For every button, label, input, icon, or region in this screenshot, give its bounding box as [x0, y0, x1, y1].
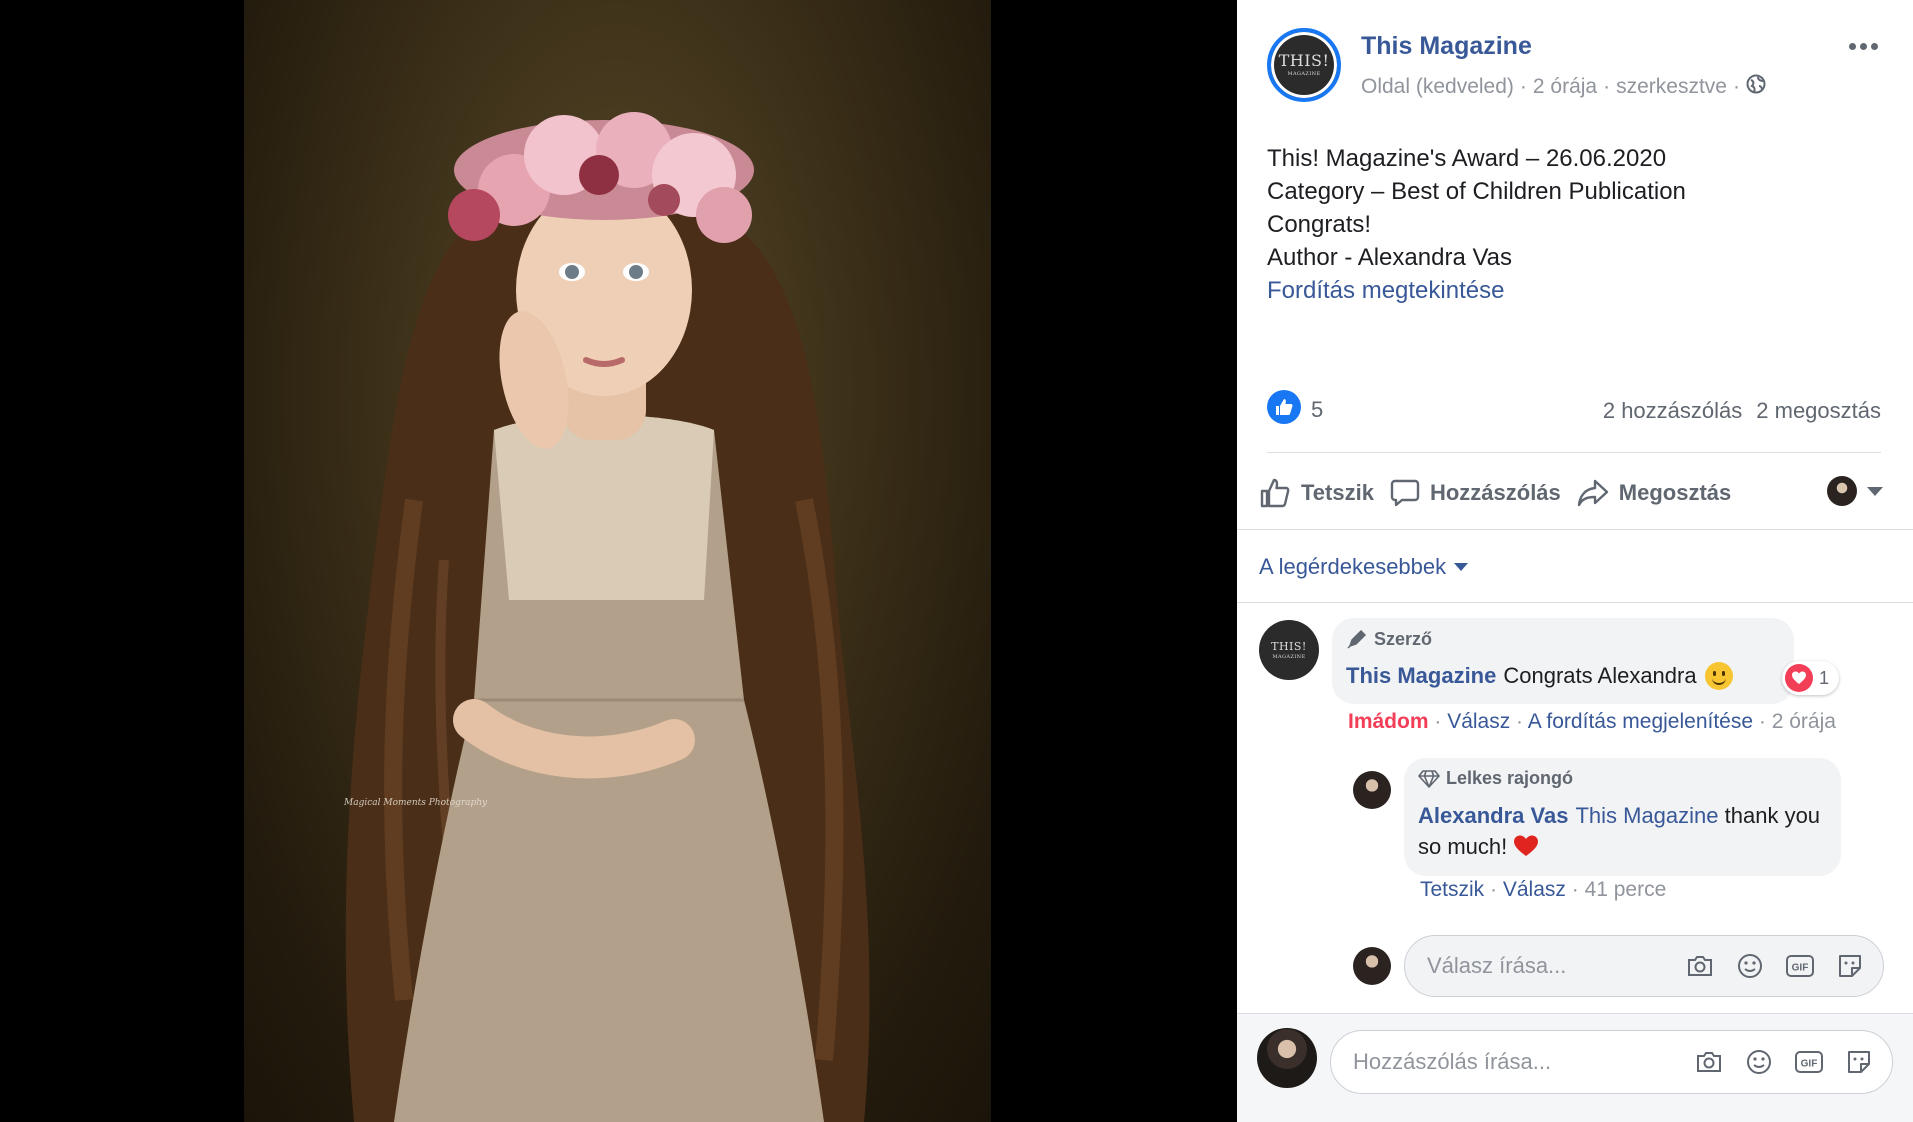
more-icon — [1848, 42, 1856, 50]
reply-time[interactable]: 41 perce — [1585, 878, 1667, 901]
post-panel: THIS! MAGAZINE This Magazine Oldal (kedve… — [1237, 0, 1913, 1122]
sticker-icon[interactable] — [1833, 949, 1867, 983]
like-count[interactable]: 5 — [1311, 397, 1323, 423]
reaction-count: 1 — [1819, 667, 1830, 688]
post-line: Author - Alexandra Vas — [1267, 244, 1513, 271]
divider — [1237, 529, 1913, 530]
engagement-summary: 2 hozzászólás 2 megosztás — [1603, 398, 1881, 424]
gif-icon[interactable]: GIF — [1792, 1045, 1826, 1079]
sort-label: A legérdekesebbek — [1259, 554, 1447, 579]
reply-placeholder: Válasz írása... — [1427, 953, 1567, 978]
reply-author-avatar[interactable] — [1353, 771, 1391, 809]
emoji-icon[interactable] — [1733, 949, 1767, 983]
like-label: Tetszik — [1301, 480, 1374, 505]
post-line: Congrats! — [1267, 211, 1372, 238]
comment-text: Congrats Alexandra — [1503, 663, 1697, 688]
caret-down-icon — [1454, 563, 1469, 571]
post-actions: Tetszik Hozzászólás Megosztás — [1259, 470, 1883, 516]
post-line: Category – Best of Children Publication — [1267, 178, 1686, 205]
camera-icon[interactable] — [1692, 1045, 1726, 1079]
reply-link[interactable]: Válasz — [1447, 710, 1510, 733]
comment-author[interactable]: This Magazine — [1346, 663, 1496, 689]
meta-separator: · — [1519, 75, 1527, 98]
globe-icon[interactable] — [1746, 74, 1766, 100]
actor-avatar — [1827, 476, 1857, 506]
shares-count[interactable]: 2 megosztás — [1756, 398, 1881, 424]
comment-bubble: Szerző This Magazine Congrats Alexandra — [1332, 618, 1794, 704]
meta-separator: · — [1603, 75, 1611, 98]
comment-content: This Magazine Congrats Alexandra — [1346, 662, 1733, 690]
tagged-page[interactable]: This Magazine — [1575, 803, 1718, 828]
page-avatar[interactable]: THIS! MAGAZINE — [1267, 28, 1341, 102]
comments-count[interactable]: 2 hozzászólás — [1603, 398, 1742, 424]
author-badge: Szerző — [1346, 628, 1432, 650]
post-time[interactable]: 2 órája — [1533, 75, 1597, 99]
current-user-avatar[interactable] — [1257, 1028, 1317, 1088]
comment-input[interactable]: Hozzászólás írása... GIF — [1330, 1030, 1893, 1094]
smile-emoji-icon — [1704, 662, 1733, 690]
comment-label: Hozzászólás — [1429, 480, 1561, 505]
comment-icon — [1390, 479, 1420, 507]
page-relation[interactable]: Oldal (kedveled) — [1361, 75, 1514, 99]
diamond-icon — [1418, 769, 1440, 788]
page-name-link[interactable]: This Magazine — [1361, 32, 1532, 61]
like-button[interactable]: Tetszik — [1259, 477, 1374, 509]
comment-placeholder: Hozzászólás írása... — [1353, 1049, 1552, 1074]
reply-link[interactable]: Válasz — [1503, 878, 1566, 901]
meta-separator: · — [1733, 75, 1740, 98]
post-meta: Oldal (kedveled) · 2 órája · szerkesztve… — [1361, 74, 1766, 100]
comment-reactions[interactable]: 1 — [1782, 661, 1840, 695]
avatar-subtext: MAGAZINE — [1287, 71, 1321, 77]
badge-label: Szerző — [1374, 628, 1433, 649]
love-reaction-link[interactable]: Imádom — [1348, 710, 1429, 733]
camera-icon[interactable] — [1683, 949, 1717, 983]
heart-emoji-icon — [1514, 835, 1539, 856]
edited-label[interactable]: szerkesztve — [1616, 75, 1727, 99]
actor-selector[interactable] — [1827, 476, 1883, 506]
emoji-icon[interactable] — [1742, 1045, 1776, 1079]
reply-input[interactable]: Válasz írása... GIF — [1404, 935, 1884, 997]
post-photo[interactable]: Magical Moments Photography — [244, 0, 991, 1122]
avatar-text: THIS! — [1278, 51, 1330, 70]
heart-icon — [1785, 664, 1813, 692]
like-link[interactable]: Tetszik — [1420, 878, 1484, 901]
like-icon — [1267, 390, 1301, 424]
avatar-subtext: MAGAZINE — [1272, 653, 1306, 660]
reactions-summary[interactable]: 5 — [1267, 390, 1323, 424]
avatar-text: THIS! — [1271, 639, 1307, 653]
current-user-avatar — [1353, 947, 1391, 985]
like-icon — [1260, 478, 1290, 508]
reply-content: Alexandra Vas This Magazine thank you so … — [1418, 800, 1828, 862]
comment-actions: Imádom · Válasz · A fordítás megjeleníté… — [1348, 710, 1836, 733]
svg-text:GIF: GIF — [1801, 1059, 1818, 1070]
pen-icon — [1347, 629, 1367, 649]
divider — [1267, 452, 1881, 453]
photo-watermark: Magical Moments Photography — [344, 798, 488, 808]
divider — [1237, 602, 1913, 603]
reply-bubble: Lelkes rajongó Alexandra Vas This Magazin… — [1404, 758, 1841, 876]
photo-viewer[interactable]: Magical Moments Photography — [0, 0, 1237, 1122]
svg-text:GIF: GIF — [1792, 963, 1809, 974]
comment-sort-dropdown[interactable]: A legérdekesebbek — [1259, 554, 1469, 580]
gif-icon[interactable]: GIF — [1783, 949, 1817, 983]
post-text: This! Magazine's Award – 26.06.2020 Cate… — [1267, 142, 1686, 307]
badge-label: Lelkes rajongó — [1446, 768, 1574, 788]
more-options-button[interactable] — [1843, 34, 1883, 58]
caret-down-icon — [1867, 486, 1883, 496]
fan-badge: Lelkes rajongó — [1418, 768, 1573, 789]
see-translation-link[interactable]: Fordítás megtekintése — [1267, 274, 1686, 307]
reply-author[interactable]: Alexandra Vas — [1418, 803, 1568, 828]
comment-author-avatar[interactable]: THIS! MAGAZINE — [1259, 620, 1319, 680]
share-icon — [1577, 479, 1608, 507]
share-button[interactable]: Megosztás — [1577, 478, 1731, 508]
sticker-icon[interactable] — [1842, 1045, 1876, 1079]
post-line: This! Magazine's Award – 26.06.2020 — [1267, 145, 1667, 172]
show-translation-link[interactable]: A fordítás megjelenítése — [1528, 710, 1753, 733]
share-label: Megosztás — [1618, 480, 1732, 505]
reply-actions: Tetszik · Válasz · 41 perce — [1420, 878, 1667, 901]
comment-composer: Hozzászólás írása... GIF — [1237, 1014, 1913, 1122]
comment-button[interactable]: Hozzászólás — [1390, 478, 1561, 508]
comment-time[interactable]: 2 órája — [1772, 710, 1836, 733]
portrait-illustration — [345, 112, 870, 1122]
